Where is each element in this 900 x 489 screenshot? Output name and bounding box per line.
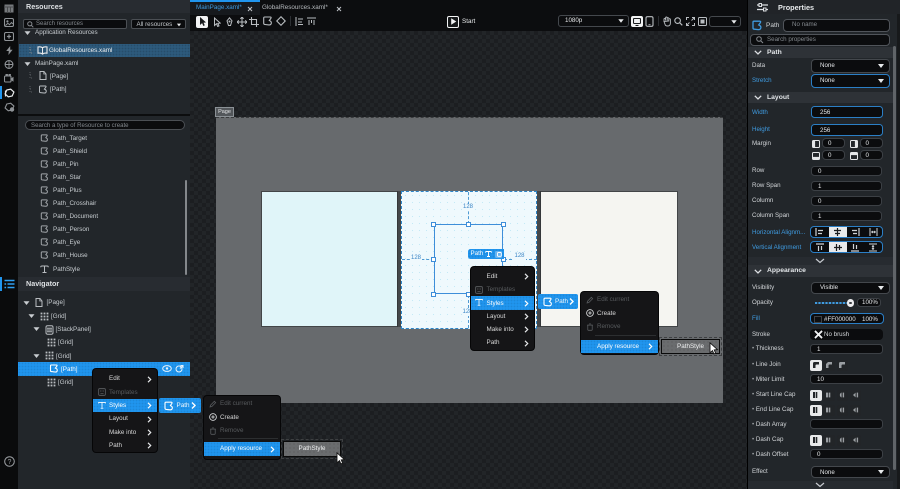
svg-text:?: ? bbox=[7, 459, 11, 466]
